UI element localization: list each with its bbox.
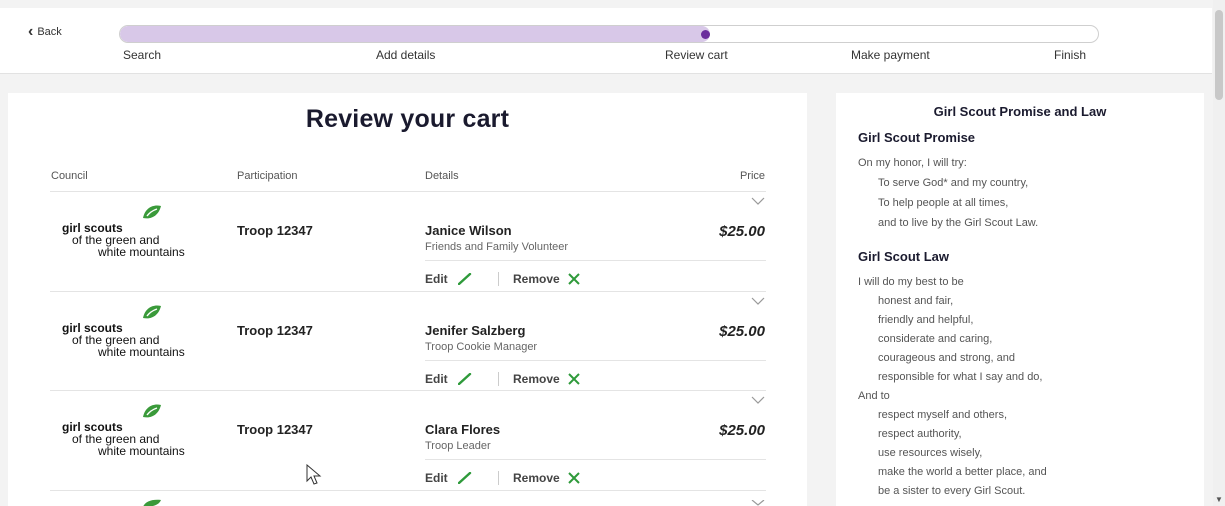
edit-label: Edit — [425, 372, 448, 386]
troop-label: Troop 12347 — [237, 422, 313, 437]
trefoil-leaf-icon — [143, 205, 161, 219]
participant-role: Troop Leader — [425, 440, 491, 452]
chevron-down-icon[interactable] — [751, 196, 765, 206]
promise-line: To serve God* and my country, — [878, 177, 1029, 189]
column-header-participation: Participation — [237, 170, 298, 182]
participant-name: Janice Wilson — [425, 223, 512, 238]
promise-line: To help people at all times, — [878, 197, 1009, 209]
edit-label: Edit — [425, 471, 448, 485]
remove-label: Remove — [513, 272, 560, 286]
checkout-page: ‹ Back Search Add details Review cart Ma… — [0, 0, 1225, 506]
progress-fill — [120, 26, 710, 42]
law-line: respect authority, — [878, 428, 962, 440]
law-line: be a sister to every Girl Scout. — [878, 485, 1026, 497]
council-logo-line3: white mountains — [98, 345, 185, 359]
trefoil-leaf-icon — [143, 305, 161, 319]
chevron-left-icon: ‹ — [28, 23, 34, 40]
cart-row: girl scouts of the green and white mount… — [8, 192, 807, 292]
sidebar-title: Girl Scout Promise and Law — [933, 104, 1107, 119]
step-finish: Finish — [1054, 48, 1087, 62]
troop-label: Troop 12347 — [237, 323, 313, 338]
close-icon — [567, 373, 580, 385]
column-header-price: Price — [739, 170, 765, 182]
action-separator — [498, 471, 499, 485]
law-line: courageous and strong, and — [878, 352, 1015, 364]
column-header-details: Details — [425, 170, 459, 182]
step-make-payment: Make payment — [851, 48, 930, 62]
back-label: Back — [37, 26, 62, 38]
mouse-pointer-icon — [306, 464, 322, 485]
scrollbar-thumb[interactable] — [1215, 10, 1223, 100]
law-heading: Girl Scout Law — [858, 249, 950, 264]
promise-line: On my honor, I will try: — [858, 157, 967, 169]
pencil-icon — [457, 273, 471, 285]
participant-name: Jenifer Salzberg — [425, 323, 526, 338]
council-logo-line3: white mountains — [98, 444, 185, 458]
trefoil-leaf-icon — [143, 499, 161, 506]
checkout-progress-header: ‹ Back Search Add details Review cart Ma… — [0, 8, 1212, 74]
step-add-details: Add details — [376, 48, 436, 62]
step-search: Search — [123, 48, 162, 62]
promise-heading: Girl Scout Promise — [858, 130, 976, 145]
divider — [425, 260, 766, 261]
pencil-icon — [457, 472, 471, 484]
participant-role: Friends and Family Volunteer — [425, 241, 569, 253]
participant-name: Clara Flores — [425, 422, 501, 437]
chevron-down-icon[interactable] — [751, 296, 765, 306]
council-logo: girl scouts of the green and white mount… — [60, 304, 210, 359]
item-price: $25.00 — [719, 223, 765, 240]
law-line: considerate and caring, — [878, 333, 993, 345]
council-logo-line3: white mountains — [98, 245, 185, 259]
divider — [425, 459, 766, 460]
edit-button[interactable]: Edit — [425, 372, 472, 386]
promise-law-panel: Girl Scout Promise and Law Girl Scout Pr… — [836, 93, 1204, 506]
edit-button[interactable]: Edit — [425, 272, 472, 286]
page-title: Review your cart — [305, 105, 510, 133]
law-line: friendly and helpful, — [878, 314, 974, 326]
item-price: $25.00 — [719, 323, 765, 340]
law-line: use resources wisely, — [878, 447, 983, 459]
trefoil-leaf-icon — [143, 404, 161, 418]
scroll-down-icon[interactable]: ▼ — [1215, 495, 1223, 504]
remove-button[interactable]: Remove — [513, 372, 580, 386]
close-icon — [567, 273, 580, 285]
pencil-icon — [457, 373, 471, 385]
cart-row: girl scouts of the green and white mount… — [8, 391, 807, 491]
item-price: $25.00 — [719, 422, 765, 439]
council-logo: girl scouts of the green and white mount… — [60, 204, 210, 259]
action-separator — [498, 272, 499, 286]
step-review-cart: Review cart — [665, 48, 728, 62]
back-button[interactable]: ‹ Back — [28, 23, 62, 40]
remove-button[interactable]: Remove — [513, 471, 580, 485]
divider — [50, 490, 766, 491]
progress-bar — [119, 25, 1099, 43]
council-logo: girl scouts of the green and white mount… — [60, 403, 210, 458]
divider — [425, 360, 766, 361]
page-scrollbar[interactable]: ▼ — [1213, 0, 1225, 506]
law-line: make the world a better place, and — [878, 466, 1047, 478]
remove-label: Remove — [513, 471, 560, 485]
action-separator — [498, 372, 499, 386]
law-line: respect myself and others, — [878, 409, 1008, 421]
participant-role: Troop Cookie Manager — [425, 341, 538, 353]
progress-current-dot — [700, 30, 710, 39]
law-line: responsible for what I say and do, — [878, 371, 1043, 383]
troop-label: Troop 12347 — [237, 223, 313, 238]
edit-button[interactable]: Edit — [425, 471, 472, 485]
close-icon — [567, 472, 580, 484]
chevron-down-icon[interactable] — [751, 500, 765, 506]
law-line: honest and fair, — [878, 295, 954, 307]
remove-button[interactable]: Remove — [513, 272, 580, 286]
law-line: I will do my best to be — [858, 276, 964, 288]
edit-label: Edit — [425, 272, 448, 286]
remove-label: Remove — [513, 372, 560, 386]
chevron-down-icon[interactable] — [751, 395, 765, 405]
promise-line: and to live by the Girl Scout Law. — [878, 217, 1039, 229]
law-line: And to — [858, 390, 890, 402]
cart-panel: Review your cart Council Participation D… — [8, 93, 807, 506]
column-header-council: Council — [51, 170, 88, 182]
cart-row: girl scouts of the green and white mount… — [8, 292, 807, 392]
